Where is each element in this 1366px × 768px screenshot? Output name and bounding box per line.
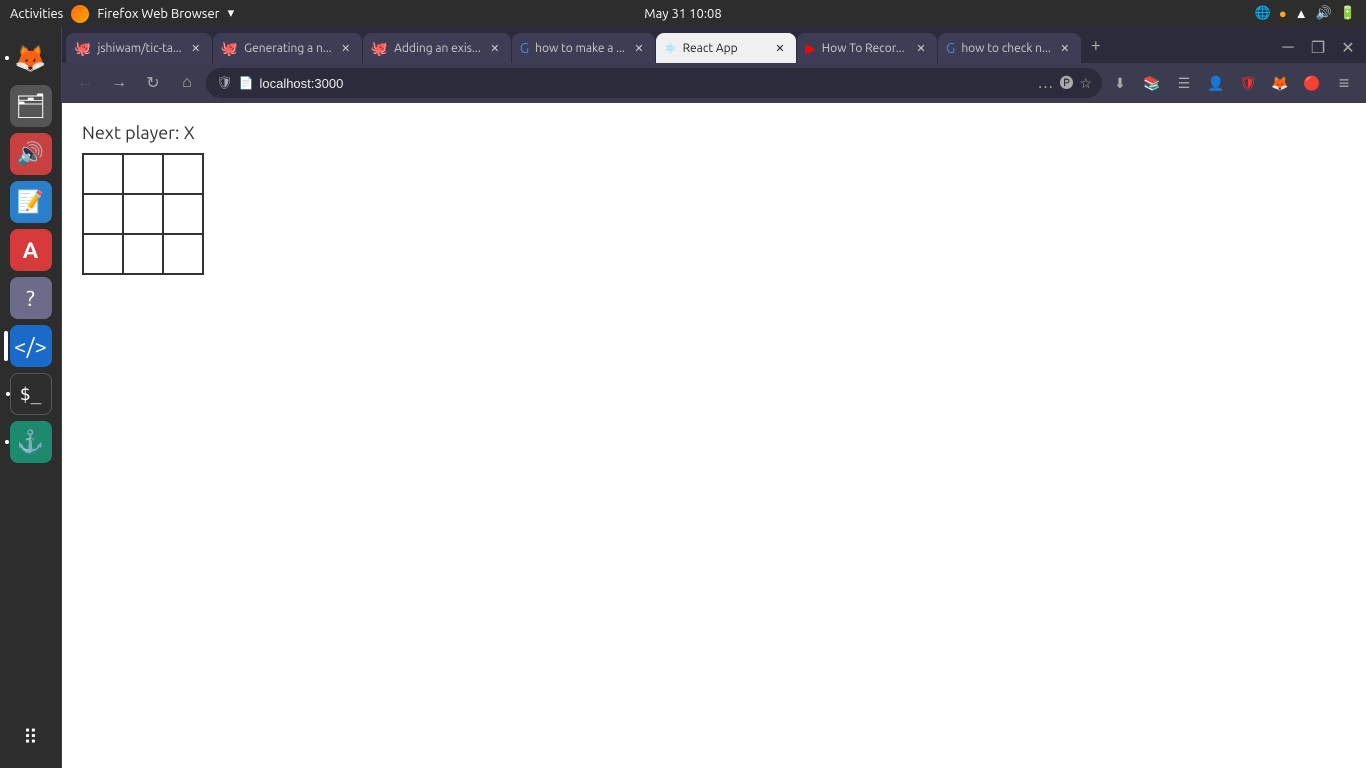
activities-label[interactable]: Activities [10, 7, 63, 21]
reload-button[interactable]: ↻ [138, 68, 168, 98]
download-icon[interactable]: ⬇ [1106, 69, 1134, 97]
minimize-button[interactable]: ─ [1274, 33, 1302, 61]
cell-1-2[interactable] [164, 195, 204, 235]
battery-icon: 🔋 [1340, 6, 1356, 21]
browser-window: 🐙 jshiwam/tic-ta... ✕ 🐙 Generating a n..… [62, 27, 1366, 768]
cell-1-0[interactable] [84, 195, 124, 235]
more-options-icon[interactable]: … [1038, 74, 1054, 92]
shield-toolbar-icon[interactable]: 🛡 [1234, 69, 1262, 97]
cell-0-0[interactable] [84, 155, 124, 195]
addon1-icon[interactable]: 🦊 [1266, 69, 1294, 97]
pocket-icon[interactable]: 🅟 [1059, 73, 1073, 93]
sidebar-icon-help[interactable]: ? [10, 277, 52, 319]
tab5-close[interactable]: ✕ [772, 40, 788, 56]
sidebar-icon-gitkraken[interactable]: ⚓ [10, 421, 52, 463]
tab5-favicon: ⚛ [664, 40, 677, 57]
tab2-title: Generating a n... [244, 42, 332, 55]
tab4-title: how to make a ... [535, 42, 625, 55]
shield-icon: 🛡 [216, 76, 233, 91]
tab-how-to-check[interactable]: G how to check n... ✕ [938, 33, 1081, 63]
close-window-button[interactable]: ✕ [1334, 33, 1362, 61]
tab3-favicon: 🐙 [371, 40, 388, 57]
sidebar: 🦊 🗂 🔊 📝 A ? </> $_ ⚓ ⠿ [0, 27, 62, 768]
os-datetime: May 31 10:08 [644, 7, 721, 21]
app-dropdown-icon[interactable]: ▾ [228, 6, 235, 21]
cell-0-1[interactable] [124, 155, 164, 195]
forward-button[interactable]: → [104, 68, 134, 98]
tab4-favicon: G [520, 40, 529, 56]
sidebar-icon-terminal[interactable]: $_ [10, 373, 52, 415]
network-icon: 🌐 [1255, 6, 1271, 21]
maximize-button[interactable]: ❐ [1304, 33, 1332, 61]
cell-0-2[interactable] [164, 155, 204, 195]
tab-how-to-make[interactable]: G how to make a ... ✕ [512, 33, 655, 63]
wallet-icon: ● [1279, 6, 1287, 21]
tab7-close[interactable]: ✕ [1057, 40, 1073, 56]
back-button[interactable]: ← [70, 68, 100, 98]
new-tab-button[interactable]: + [1082, 31, 1110, 59]
tab1-title: jshiwam/tic-ta... [97, 42, 181, 55]
app-name-label[interactable]: Firefox Web Browser [97, 7, 219, 21]
sidebar-icon-appstore[interactable]: A [10, 229, 52, 271]
tab-how-to-record[interactable]: ▶ How To Recor... ✕ [797, 33, 937, 63]
tab1-favicon: 🐙 [74, 40, 91, 57]
tab6-favicon: ▶ [805, 40, 816, 57]
sidebar-icon-vscode[interactable]: </> [10, 325, 52, 367]
tabbar: 🐙 jshiwam/tic-ta... ✕ 🐙 Generating a n..… [62, 27, 1366, 63]
tab6-close[interactable]: ✕ [913, 40, 929, 56]
tab2-close[interactable]: ✕ [338, 40, 354, 56]
content-area: Next player: X [62, 103, 1366, 768]
library-icon[interactable]: 📚 [1138, 69, 1166, 97]
sidebar-icon-writer[interactable]: 📝 [10, 181, 52, 223]
firefox-topbar-logo [71, 5, 89, 23]
address-bar-container[interactable]: 🛡 📄 … 🅟 ☆ [206, 68, 1102, 98]
tab6-title: How To Recor... [822, 42, 907, 55]
volume-icon: 🔊 [1316, 6, 1332, 21]
sidebar-icon-files[interactable]: 🗂 [10, 85, 52, 127]
tab5-title: React App [683, 42, 766, 55]
window-controls: ─ ❐ ✕ [1274, 33, 1362, 63]
tab3-title: Adding an exis... [394, 42, 481, 55]
account-icon[interactable]: 👤 [1202, 69, 1230, 97]
tab1-close[interactable]: ✕ [188, 40, 204, 56]
sidebar-icon-audio[interactable]: 🔊 [10, 133, 52, 175]
nav-right-icons: ⬇ 📚 ☰ 👤 🛡 🦊 🔴 ≡ [1106, 69, 1358, 97]
cell-2-1[interactable] [124, 235, 164, 275]
tab2-favicon: 🐙 [221, 40, 238, 57]
sidebar-icon-firefox[interactable]: 🦊 [10, 37, 52, 79]
tab-github-gen[interactable]: 🐙 Generating a n... ✕ [213, 33, 362, 63]
address-bar[interactable] [259, 76, 1031, 91]
next-player-label: Next player: X [82, 123, 1346, 143]
cell-2-0[interactable] [84, 235, 124, 275]
os-topbar-right: 🌐 ● ▲ 🔊 🔋 [1255, 6, 1356, 21]
tab4-close[interactable]: ✕ [631, 40, 647, 56]
cell-2-2[interactable] [164, 235, 204, 275]
os-topbar: Activities Firefox Web Browser ▾ May 31 … [0, 0, 1366, 27]
tab7-favicon: G [946, 40, 955, 56]
bookmark-icon[interactable]: ☆ [1079, 75, 1092, 92]
tab-react-app[interactable]: ⚛ React App ✕ [656, 33, 796, 63]
sidebar-bottom: ⠿ [10, 716, 52, 758]
tab-github-tic[interactable]: 🐙 jshiwam/tic-ta... ✕ [66, 33, 212, 63]
cell-1-1[interactable] [124, 195, 164, 235]
sidebar-icon-apps-grid[interactable]: ⠿ [10, 716, 52, 758]
wifi-icon: ▲ [1295, 6, 1308, 21]
home-button[interactable]: ⌂ [172, 68, 202, 98]
tab-github-add[interactable]: 🐙 Adding an exis... ✕ [363, 33, 511, 63]
os-topbar-left: Activities Firefox Web Browser ▾ [10, 5, 234, 23]
page-icon: 📄 [239, 76, 254, 90]
addon2-icon[interactable]: 🔴 [1298, 69, 1326, 97]
navbar: ← → ↻ ⌂ 🛡 📄 … 🅟 ☆ ⬇ 📚 ☰ 👤 🛡 🦊 🔴 ≡ [62, 63, 1366, 103]
reader-icon[interactable]: ☰ [1170, 69, 1198, 97]
tab7-title: how to check n... [961, 42, 1051, 55]
tic-tac-toe-board [82, 153, 204, 275]
tab3-close[interactable]: ✕ [487, 40, 503, 56]
menu-icon[interactable]: ≡ [1330, 69, 1358, 97]
